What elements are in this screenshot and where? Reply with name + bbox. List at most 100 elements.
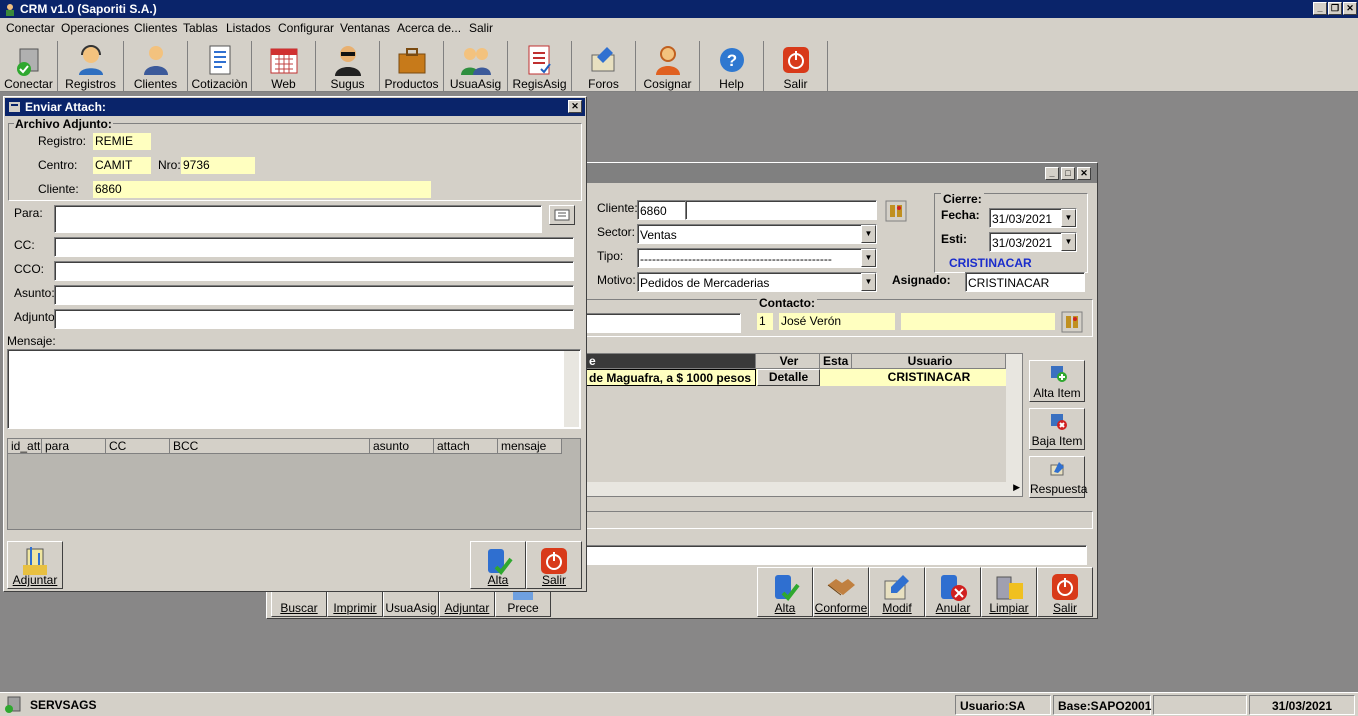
asignado-field[interactable]: CRISTINACAR [965,272,1085,292]
contacto-search-field[interactable] [585,313,741,333]
toolbar-clientes-button[interactable]: Clientes [124,41,188,91]
menu-conectar[interactable]: Conectar [6,21,55,35]
grid-header-usuario: Usuario [852,354,1006,369]
alta-button[interactable]: Alta [757,567,813,617]
motivo-label: Motivo: [597,273,636,287]
toolbar-sugus-button[interactable]: Sugus [316,41,380,91]
grid-vertical-scrollbar[interactable] [1006,354,1022,482]
asunto-field[interactable] [54,285,574,305]
col-id-att: id_att [8,439,42,454]
menu-acerca-de[interactable]: Acerca de... [397,21,461,35]
close-button[interactable]: ✕ [1343,2,1357,15]
toolbar-productos-button[interactable]: Productos [380,41,444,91]
row-desc: de Maguafra, a $ 1000 pesos [586,369,756,386]
users-icon [460,48,491,75]
grid-header-desc: e [586,354,756,369]
agent-sunglasses-icon [334,46,361,76]
menu-salir[interactable]: Salir [469,21,493,35]
status-bar: SERVSAGS Usuario:SA Base:SAPO2001 31/03/… [0,692,1358,716]
modif-button[interactable]: Modif [869,567,925,617]
enviar-attach-dialog: Enviar Attach: ✕ Archivo Adjunto: Regist… [3,96,587,592]
para-field[interactable] [54,205,542,233]
search-binoculars-icon[interactable] [885,200,907,222]
toolbar-help-button[interactable]: ? Help [700,41,764,91]
toolbar-cotizacion-button[interactable]: Cotizaciòn [188,41,252,91]
toolbar-conectar-button[interactable]: Conectar [0,41,58,91]
archivo-adjunto-label: Archivo Adjunto: [14,117,113,131]
alta-item-button[interactable]: Alta Item [1029,360,1085,402]
dialog-alta-button[interactable]: Alta [470,541,526,589]
centro-label: Centro: [38,158,78,172]
add-check-icon [775,575,800,602]
address-book-button[interactable] [549,205,575,225]
toolbar-cosignar-button[interactable]: Cosignar [636,41,700,91]
registro-close-button[interactable]: ✕ [1077,167,1091,180]
sector-select[interactable]: Ventas ▼ [637,224,877,244]
toolbar-registros-button[interactable]: Registros [58,41,124,91]
minimize-button[interactable]: _ [1313,2,1327,15]
mensaje-textarea[interactable] [7,349,581,429]
cc-field[interactable] [54,237,574,257]
menu-ventanas[interactable]: Ventanas [340,21,390,35]
adjuntar-button[interactable]: Adjuntar [7,541,63,589]
registro-minimize-button[interactable]: _ [1045,167,1059,180]
cliente-code-field[interactable]: 6860 [637,200,687,220]
app-icon [6,4,14,16]
status-usuario: Usuario:SA [955,695,1051,715]
main-toolbar: Conectar Registros Clientes Cotizaciòn W… [0,38,1358,92]
row-detalle-button[interactable]: Detalle [757,369,820,386]
fecha-field[interactable]: 31/03/2021 ▼ [989,208,1077,228]
power-icon [1052,574,1078,600]
observacion-field[interactable] [585,545,1087,565]
toolbar-salir-button[interactable]: Salir [764,41,828,91]
table-row[interactable]: de Maguafra, a $ 1000 pesos Detalle CRIS… [586,369,1006,386]
tipo-select[interactable]: ----------------------------------------… [637,248,877,268]
toolbar-foros-button[interactable]: Foros [572,41,636,91]
adjunto-field[interactable] [54,309,574,329]
menu-listados[interactable]: Listados [226,21,271,35]
dialog-icon [9,102,20,112]
toolbar-web-button[interactable]: Web [252,41,316,91]
handshake-icon [827,579,855,596]
contacto-label: Contacto: [757,296,817,310]
chevron-down-icon[interactable]: ▼ [861,273,876,291]
checklist-icon [528,45,551,75]
registro-maximize-button[interactable]: □ [1061,167,1075,180]
menu-configurar[interactable]: Configurar [278,21,334,35]
cliente-name-field[interactable] [685,200,877,220]
search-binoculars-icon[interactable] [1061,311,1083,333]
svg-text:?: ? [726,51,736,70]
woman-user-icon [655,46,680,75]
dialog-close-button[interactable]: ✕ [568,100,582,113]
server-name: SERVSAGS [30,698,97,712]
menu-clientes[interactable]: Clientes [134,21,177,35]
power-icon [782,47,809,73]
restore-button[interactable]: ❐ [1328,2,1342,15]
reply-pen-icon [1050,462,1064,476]
add-item-icon [1051,366,1067,382]
esti-field[interactable]: 31/03/2021 ▼ [989,232,1077,252]
menu-operaciones[interactable]: Operaciones [61,21,129,35]
baja-item-button[interactable]: Baja Item [1029,408,1085,450]
asignado-label: Asignado: [892,273,951,287]
toolbar-usuaasig-button[interactable]: UsuaAsig [444,41,508,91]
chevron-down-icon[interactable]: ▼ [1061,209,1076,227]
contacto-number: 1 [757,313,773,330]
motivo-select[interactable]: Pedidos de Mercaderias ▼ [637,272,877,292]
conforme-button[interactable]: Conforme [813,567,869,617]
user-link[interactable]: CRISTINACAR [949,256,1032,270]
toolbar-regisasig-button[interactable]: RegisAsig [508,41,572,91]
limpiar-button[interactable]: Limpiar [981,567,1037,617]
salir-back-button[interactable]: Salir [1037,567,1093,617]
anular-button[interactable]: Anular [925,567,981,617]
address-book-icon [554,209,570,221]
menu-tablas[interactable]: Tablas [183,21,218,35]
dialog-salir-button[interactable]: Salir [526,541,582,589]
respuesta-button[interactable]: Respuesta [1029,456,1087,498]
mensaje-scrollbar[interactable] [564,351,579,427]
grid-horizontal-scrollbar[interactable]: ▶ [586,482,1022,496]
chevron-down-icon[interactable]: ▼ [861,225,876,243]
cco-field[interactable] [54,261,574,281]
chevron-down-icon[interactable]: ▼ [1061,233,1076,251]
chevron-down-icon[interactable]: ▼ [861,249,876,267]
